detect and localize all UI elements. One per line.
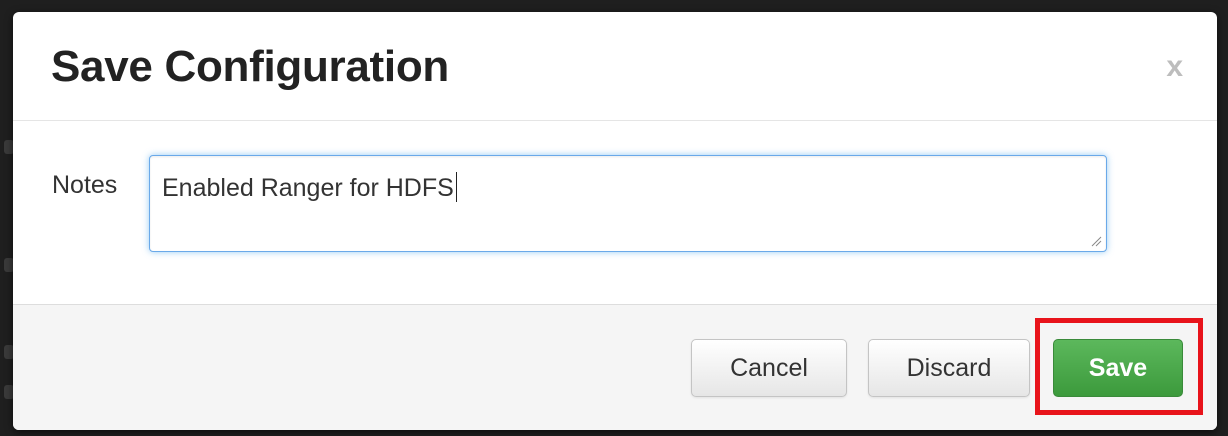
discard-button[interactable]: Discard (868, 339, 1030, 397)
dialog-header: Save Configuration x (13, 12, 1217, 121)
dialog-body: Notes Enabled Ranger for HDFS (13, 121, 1217, 304)
resize-grip-icon[interactable] (1090, 235, 1102, 247)
text-caret (455, 172, 457, 202)
save-configuration-dialog: Save Configuration x Notes Enabled Range… (13, 12, 1217, 430)
notes-textarea[interactable]: Enabled Ranger for HDFS (149, 155, 1107, 252)
notes-label: Notes (52, 171, 118, 199)
cancel-button[interactable]: Cancel (691, 339, 847, 397)
notes-value: Enabled Ranger for HDFS (162, 172, 457, 203)
dialog-title: Save Configuration (51, 42, 449, 91)
notes-value-text: Enabled Ranger for HDFS (162, 174, 454, 202)
dialog-footer: Cancel Discard Save (13, 304, 1217, 430)
save-button[interactable]: Save (1053, 339, 1183, 397)
close-icon[interactable]: x (1166, 52, 1183, 82)
